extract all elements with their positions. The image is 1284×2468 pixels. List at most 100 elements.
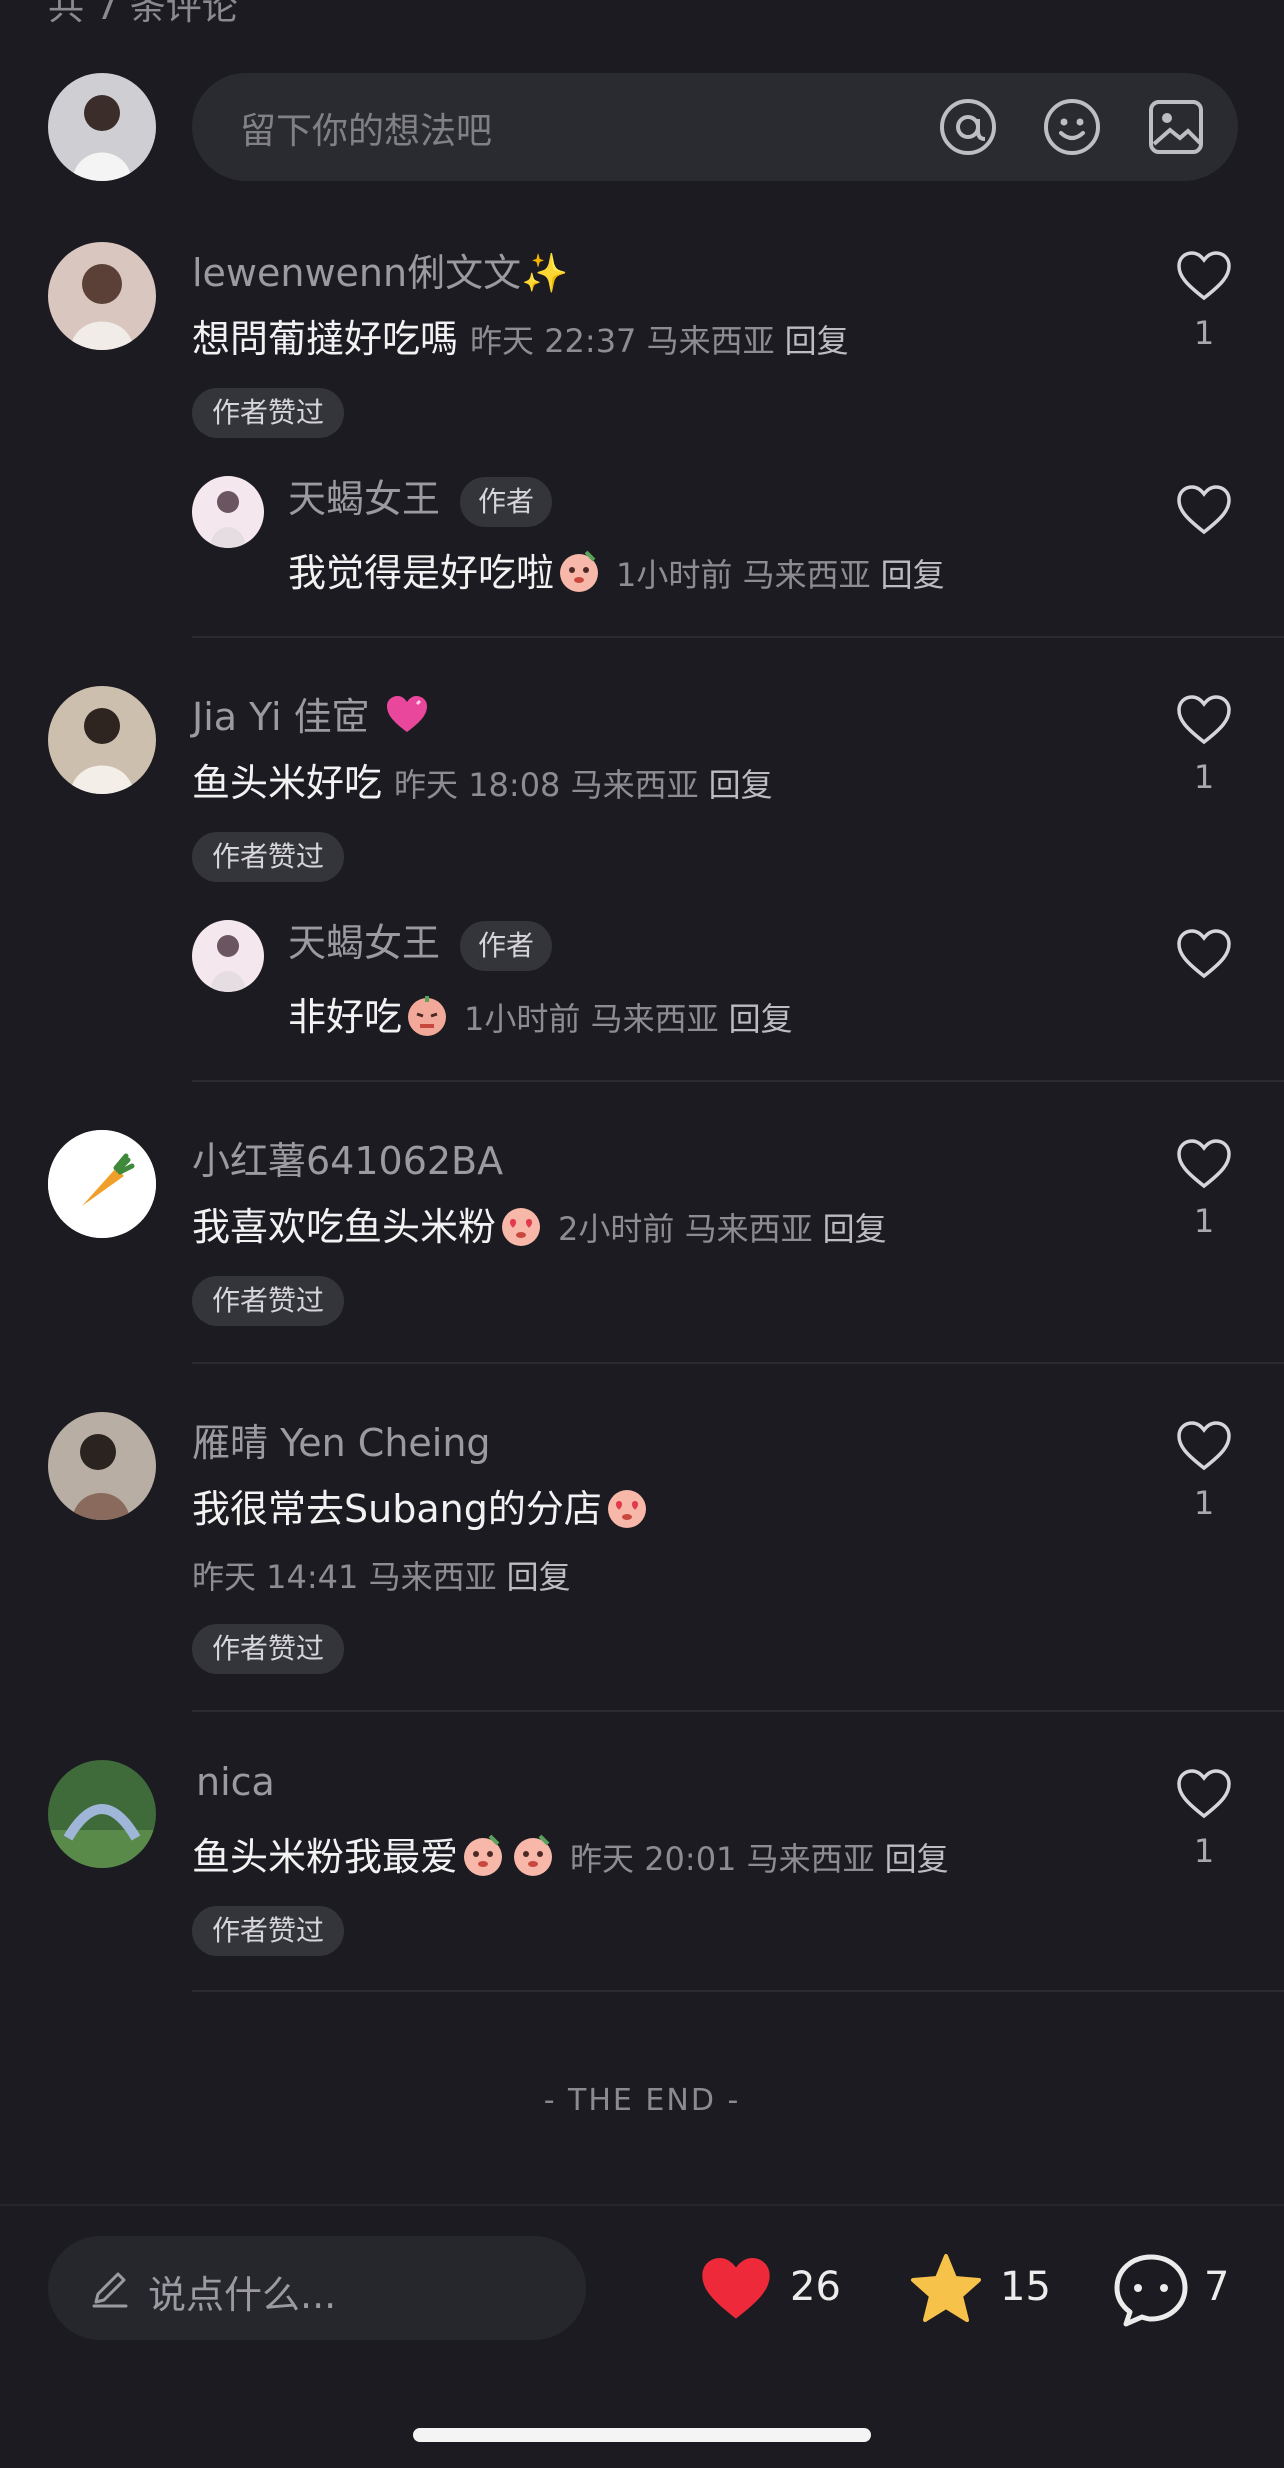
divider — [192, 1990, 1284, 1992]
reply-meta: 1小时前 马来西亚 回复 — [616, 556, 945, 594]
comment-meta: 昨天 20:01 马来西亚 回复 — [570, 1840, 949, 1878]
avatar[interactable] — [48, 1760, 156, 1868]
like-count: 1 — [1193, 1832, 1215, 1870]
emoji-icon[interactable] — [1042, 97, 1102, 157]
reply-button[interactable]: 回复 — [729, 1000, 793, 1038]
comment-input[interactable]: 留下你的想法吧 — [192, 73, 1238, 181]
home-indicator — [413, 2428, 871, 2442]
comment-location: 马来西亚 — [746, 1840, 875, 1878]
comment-location: 马来西亚 — [684, 1210, 813, 1248]
comment-meta: 2小时前 马来西亚 回复 — [558, 1210, 887, 1248]
reply-body: 我觉得是好吃啦 — [288, 551, 555, 595]
favorite-total: 15 — [1000, 2264, 1051, 2310]
comment-text: 我很常去Subang的分店 — [192, 1478, 652, 1533]
say-something-placeholder: 说点什么... — [148, 2273, 337, 2317]
avatar[interactable] — [48, 686, 156, 794]
reply-author[interactable]: 天蝎女王 作者 — [288, 468, 553, 527]
carrot-icon — [48, 1130, 156, 1238]
reply-body: 非好吃 — [288, 995, 403, 1039]
comment-body: 鱼头米粉我最爱 — [192, 1835, 459, 1879]
like-stat[interactable]: 26 — [698, 2246, 848, 2330]
heart-outline-icon[interactable] — [1176, 1138, 1232, 1190]
comment-input-placeholder: 留下你的想法吧 — [240, 111, 493, 152]
heart-filled-icon — [702, 2258, 770, 2319]
comment-location: 马来西亚 — [368, 1558, 497, 1596]
avatar[interactable] — [48, 1412, 156, 1520]
comment-stat[interactable]: 7 — [1112, 2246, 1242, 2330]
like-count: 1 — [1193, 314, 1215, 352]
author-tag: 作者 — [460, 476, 553, 527]
reply-author[interactable]: 天蝎女王 作者 — [288, 912, 553, 971]
pencil-icon — [92, 2272, 128, 2308]
avatar[interactable] — [48, 242, 156, 350]
heart-outline-icon[interactable] — [1176, 250, 1232, 302]
image-icon[interactable] — [1146, 97, 1206, 157]
comment-location: 马来西亚 — [570, 766, 699, 804]
comment-meta: 昨天 14:41 马来西亚 回复 — [192, 1552, 571, 1598]
comment-author[interactable]: 雁晴 Yen Cheing — [192, 1412, 491, 1467]
favorite-stat[interactable]: 15 — [908, 2246, 1051, 2330]
like-total: 26 — [790, 2264, 841, 2310]
comment-location: 马来西亚 — [646, 322, 775, 360]
reply-button[interactable]: 回复 — [885, 1840, 949, 1878]
reply-text: 我觉得是好吃啦 1小时前 马来西亚 回复 — [288, 542, 945, 597]
avatar[interactable] — [192, 920, 264, 992]
comment-body: 我很常去Subang的分店 — [192, 1487, 602, 1531]
heart-outline-icon[interactable] — [1176, 484, 1232, 536]
heart-outline-icon[interactable] — [1176, 928, 1232, 980]
comment-composer: 留下你的想法吧 — [48, 73, 1238, 181]
say-something-input[interactable]: 说点什么... — [48, 2236, 586, 2340]
comment-meta: 昨天 18:08 马来西亚 回复 — [394, 766, 773, 804]
comment-author[interactable]: lewenwenn俐文文✨ — [192, 242, 568, 297]
comment-meta: 昨天 22:37 马来西亚 回复 — [470, 322, 849, 360]
author-liked-badge: 作者赞过 — [192, 1906, 345, 1956]
reply-location: 马来西亚 — [590, 1000, 719, 1038]
author-liked-badge: 作者赞过 — [192, 1624, 345, 1674]
sparkling-heart-icon — [386, 696, 427, 732]
sticker-emoji-icon — [560, 550, 599, 592]
comment-body: 鱼头米好吃 — [192, 761, 383, 805]
comment-text: 想問葡撻好吃嗎 昨天 22:37 马来西亚 回复 — [192, 308, 849, 363]
reply-button[interactable]: 回复 — [823, 1210, 887, 1248]
comment-time: 昨天 18:08 — [394, 766, 561, 804]
bottom-bar-divider — [0, 2204, 1284, 2206]
divider — [192, 1710, 1284, 1712]
comment-count-header: 共 7 条评论 — [48, 0, 238, 28]
heart-outline-icon[interactable] — [1176, 694, 1232, 746]
comment-author[interactable]: Jia Yi 佳宧 — [192, 686, 432, 741]
sticker-emoji-icon — [514, 1834, 553, 1876]
reply-button[interactable]: 回复 — [709, 766, 773, 804]
comment-body: 想問葡撻好吃嗎 — [192, 317, 459, 361]
love-eyes-emoji-icon — [607, 1490, 646, 1528]
divider — [192, 636, 1284, 638]
like-count: 1 — [1193, 1202, 1215, 1240]
heart-outline-icon[interactable] — [1176, 1420, 1232, 1472]
mention-icon[interactable] — [938, 97, 998, 157]
reply-text: 非好吃 1小时前 马来西亚 回复 — [288, 986, 793, 1041]
reply-time: 1小时前 — [464, 1000, 581, 1038]
sticker-emoji-icon — [408, 996, 447, 1036]
comment-time: 昨天 14:41 — [192, 1558, 359, 1596]
reply-button[interactable]: 回复 — [881, 556, 945, 594]
comment-author[interactable]: 小红薯641062BA — [192, 1130, 503, 1185]
reply-button[interactable]: 回复 — [507, 1558, 571, 1596]
comment-bubble-icon — [1114, 2254, 1188, 2327]
sticker-emoji-icon — [464, 1834, 503, 1876]
author-liked-badge: 作者赞过 — [192, 388, 345, 438]
comment-author[interactable]: nica — [196, 1760, 275, 1804]
comment-time: 昨天 22:37 — [470, 322, 637, 360]
star-filled-icon — [911, 2254, 981, 2322]
love-eyes-emoji-icon — [502, 1208, 541, 1246]
like-count: 1 — [1193, 1484, 1215, 1522]
comment-text: 鱼头米粉我最爱 昨天 20:01 马来西亚 回复 — [192, 1826, 949, 1881]
my-avatar[interactable] — [48, 73, 156, 181]
avatar[interactable] — [48, 1130, 156, 1238]
avatar[interactable] — [192, 476, 264, 548]
author-liked-badge: 作者赞过 — [192, 832, 345, 882]
reply-button[interactable]: 回复 — [785, 322, 849, 360]
heart-outline-icon[interactable] — [1176, 1768, 1232, 1820]
end-of-list: - THE END - — [543, 2083, 741, 2118]
comment-text: 我喜欢吃鱼头米粉 2小时前 马来西亚 回复 — [192, 1196, 887, 1251]
author-liked-badge: 作者赞过 — [192, 1276, 345, 1326]
comment-time: 2小时前 — [558, 1210, 675, 1248]
